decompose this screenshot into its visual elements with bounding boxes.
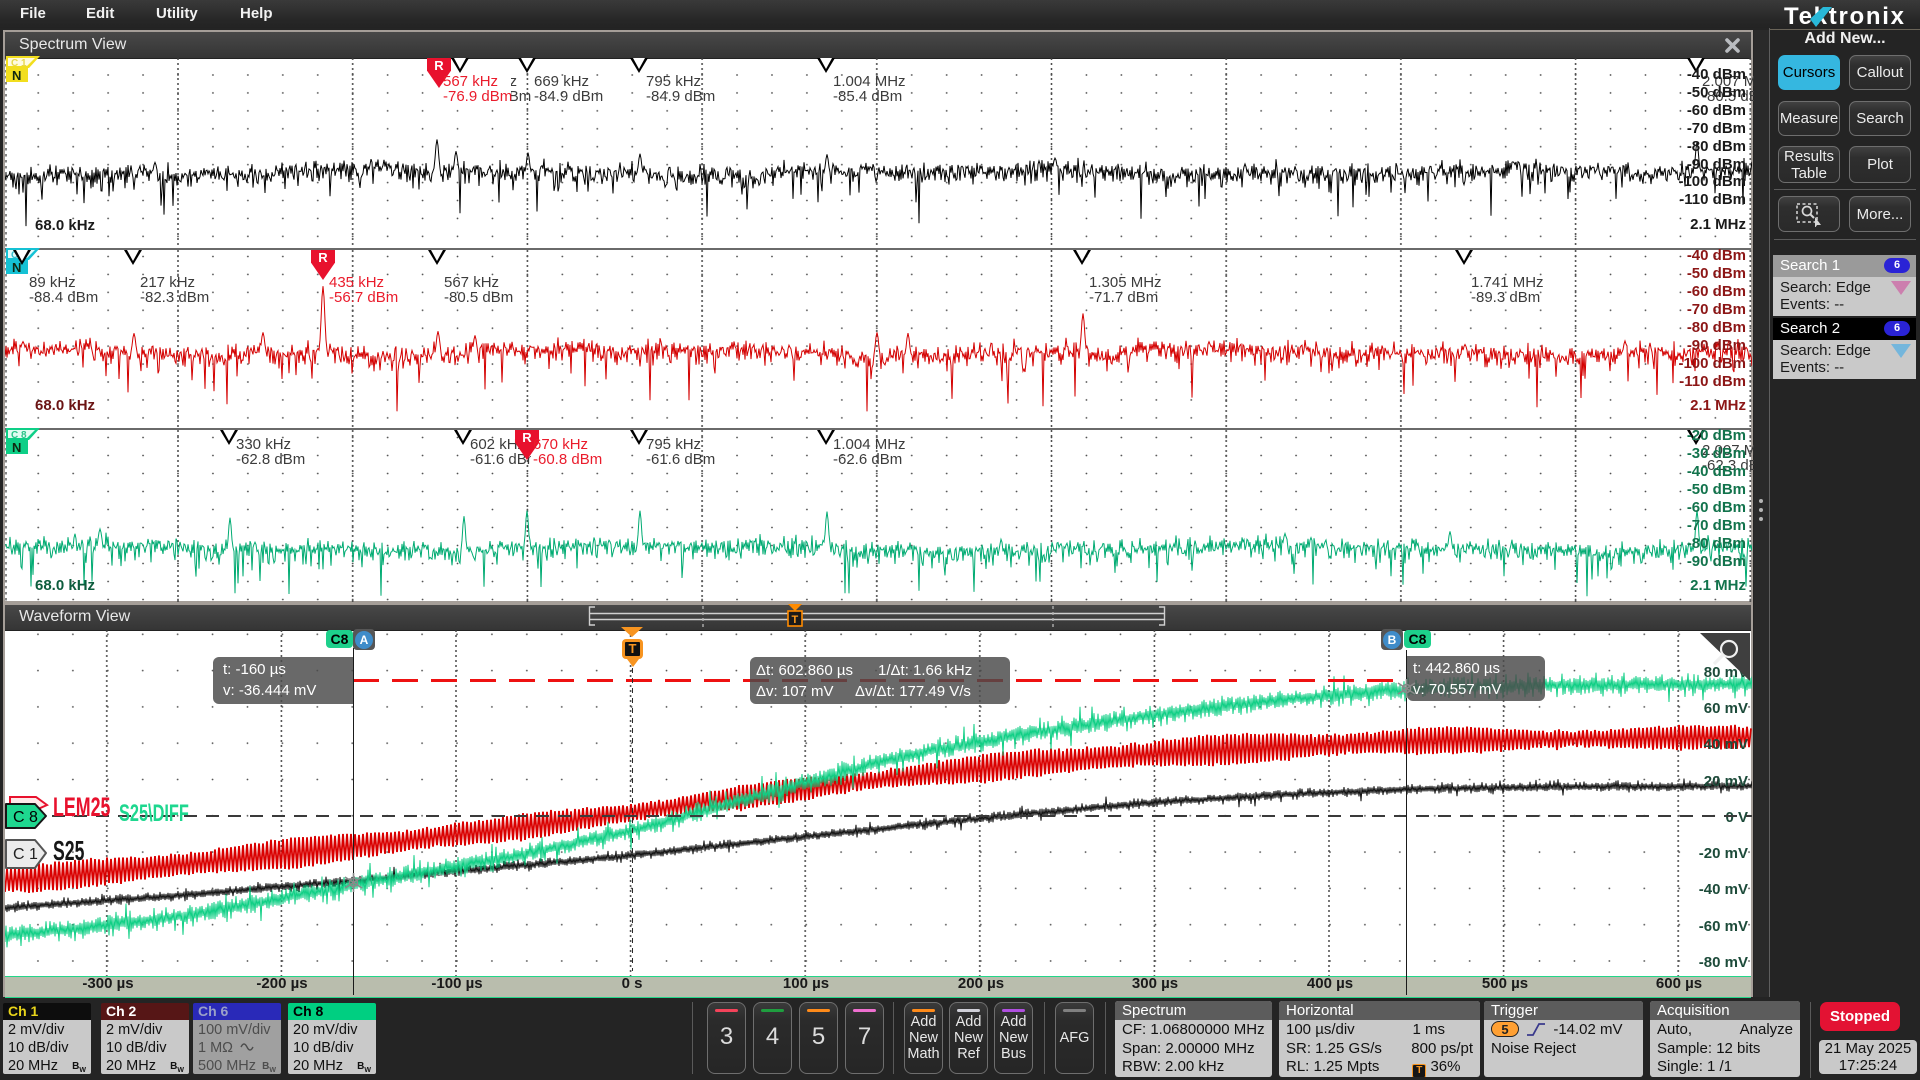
- svg-text:T: T: [792, 614, 799, 626]
- svg-text:C 1: C 1: [13, 846, 38, 863]
- svg-text:N: N: [12, 440, 21, 455]
- svg-text:Tektronix: Tektronix: [1784, 3, 1905, 28]
- svg-text:N: N: [12, 68, 21, 83]
- svg-text:C 8: C 8: [13, 809, 38, 826]
